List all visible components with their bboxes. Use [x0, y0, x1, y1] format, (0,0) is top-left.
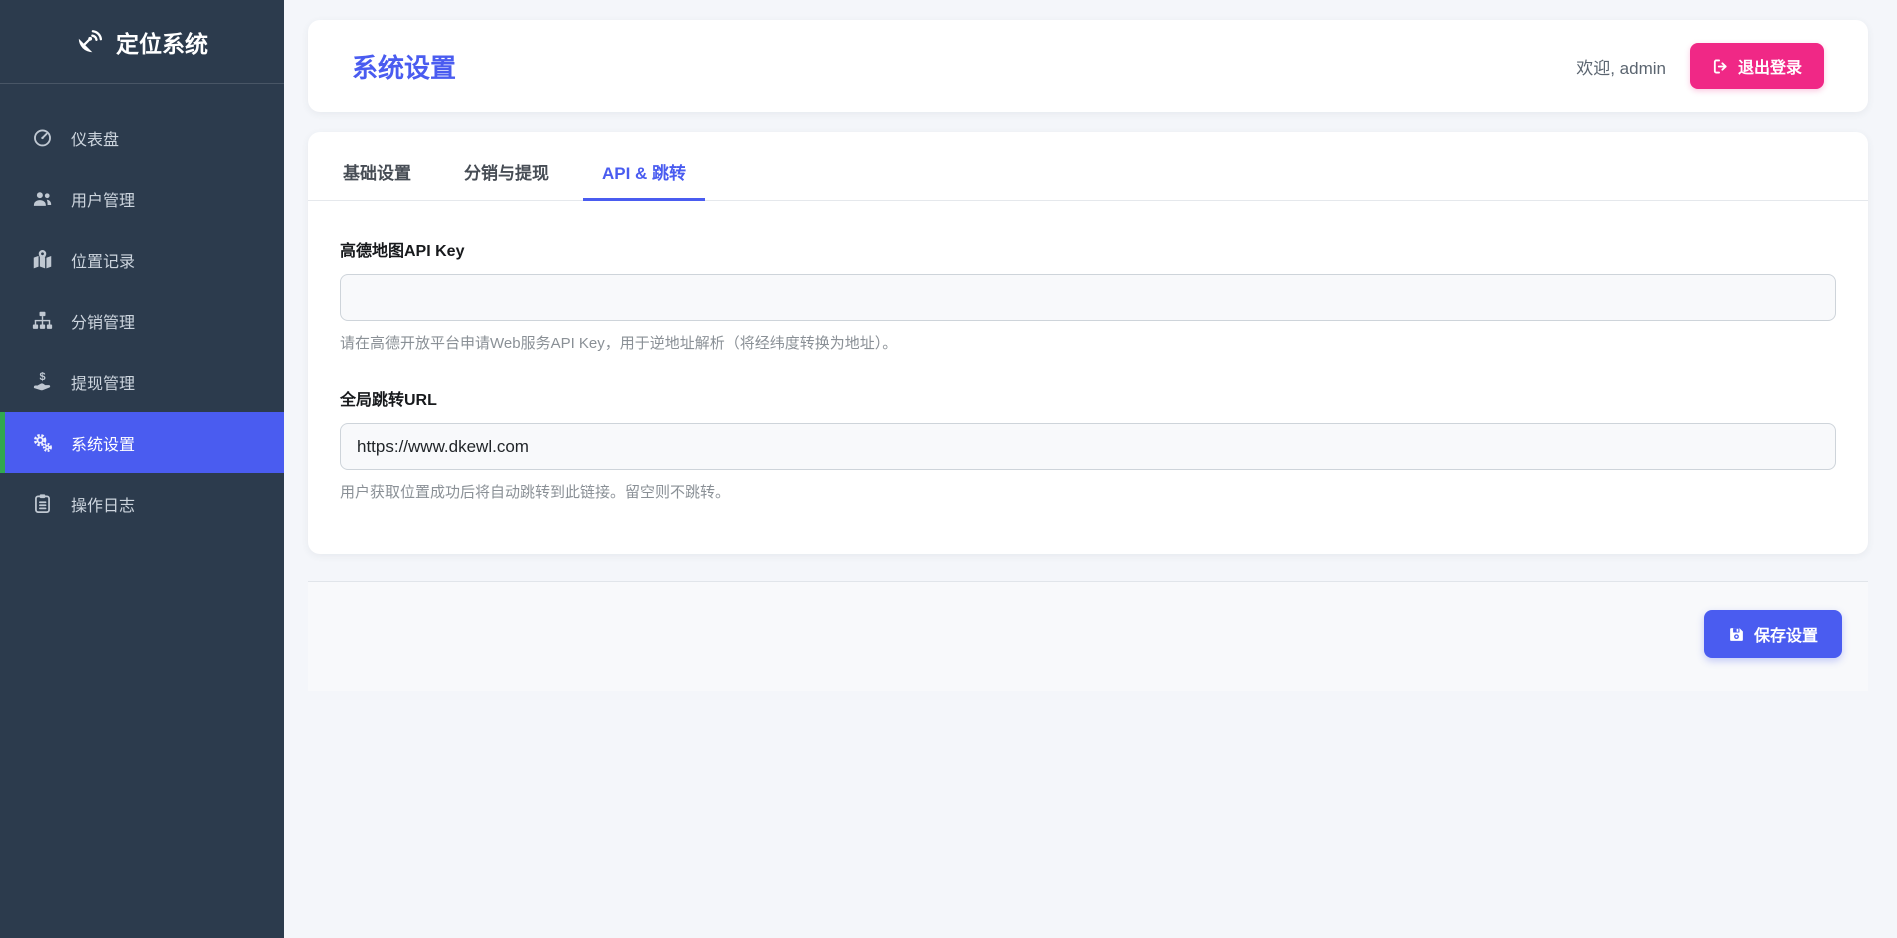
sidebar-nav: 仪表盘 用户管理 位置记录 分销管理 $ 提现管理 系统设置 操作日志 — [0, 84, 284, 534]
global-redirect-url-help: 用户获取位置成功后将自动跳转到此链接。留空则不跳转。 — [340, 484, 731, 501]
sitemap-icon — [30, 310, 54, 331]
sidebar-item-location-records[interactable]: 位置记录 — [0, 229, 284, 290]
page-title: 系统设置 — [352, 52, 457, 83]
field-amap-api-key: 高德地图API Key 请在高德开放平台申请Web服务API Key，用于逆地址… — [340, 237, 1836, 353]
sidebar-item-system-settings[interactable]: 系统设置 — [0, 412, 284, 473]
amap-api-key-input[interactable] — [340, 274, 1836, 321]
sidebar-item-label: 位置记录 — [71, 253, 136, 271]
welcome-text: 欢迎, admin — [1576, 58, 1666, 78]
form-footer: 保存设置 — [308, 581, 1868, 691]
app-title: 定位系统 — [116, 30, 208, 57]
sidebar-item-label: 用户管理 — [71, 192, 136, 210]
tab-basic-settings[interactable]: 基础设置 — [324, 146, 430, 201]
settings-form: 高德地图API Key 请在高德开放平台申请Web服务API Key，用于逆地址… — [308, 201, 1868, 554]
page-header: 系统设置 欢迎, admin 退出登录 — [308, 20, 1868, 112]
sidebar-item-users[interactable]: 用户管理 — [0, 168, 284, 229]
app-logo: 定位系统 — [0, 0, 284, 84]
sidebar-item-distribution[interactable]: 分销管理 — [0, 290, 284, 351]
logout-button[interactable]: 退出登录 — [1689, 43, 1824, 89]
sidebar: 定位系统 仪表盘 用户管理 位置记录 分销管理 $ 提现管理 系统设置 操作日志 — [0, 0, 284, 938]
sidebar-item-label: 分销管理 — [71, 314, 136, 332]
tab-api-redirect[interactable]: API & 跳转 — [583, 146, 706, 201]
global-redirect-url-input[interactable] — [340, 423, 1836, 470]
tab-bar: 基础设置 分销与提现 API & 跳转 — [308, 146, 1868, 201]
sign-out-icon — [1712, 58, 1729, 75]
sidebar-item-withdrawals[interactable]: $ 提现管理 — [0, 351, 284, 412]
global-redirect-url-label: 全局跳转URL — [340, 392, 437, 409]
sidebar-item-label: 仪表盘 — [71, 131, 120, 149]
satellite-dish-icon — [76, 28, 103, 55]
sidebar-item-label: 系统设置 — [71, 436, 136, 454]
sidebar-item-operation-logs[interactable]: 操作日志 — [0, 473, 284, 534]
settings-card: 基础设置 分销与提现 API & 跳转 高德地图API Key 请在高德开放平台… — [308, 132, 1868, 554]
amap-api-key-help: 请在高德开放平台申请Web服务API Key，用于逆地址解析（将经纬度转换为地址… — [340, 335, 898, 352]
sidebar-item-label: 操作日志 — [71, 497, 136, 515]
header-right: 欢迎, admin 退出登录 — [1576, 43, 1824, 89]
logout-label: 退出登录 — [1737, 60, 1802, 77]
clipboard-list-icon — [30, 493, 54, 514]
gauge-icon — [30, 127, 54, 148]
save-settings-label: 保存设置 — [1753, 628, 1818, 645]
svg-text:$: $ — [39, 371, 45, 383]
amap-api-key-label: 高德地图API Key — [340, 243, 465, 260]
users-icon — [30, 188, 54, 209]
cogs-icon — [30, 432, 54, 453]
sidebar-item-dashboard[interactable]: 仪表盘 — [0, 107, 284, 168]
save-icon — [1728, 626, 1745, 643]
tab-distribution-withdraw[interactable]: 分销与提现 — [445, 146, 568, 201]
hand-holding-dollar-icon: $ — [30, 371, 54, 392]
main-content: 系统设置 欢迎, admin 退出登录 基础设置 分销与提现 API & 跳转 — [284, 0, 1897, 938]
field-global-redirect-url: 全局跳转URL 用户获取位置成功后将自动跳转到此链接。留空则不跳转。 — [340, 386, 1836, 502]
save-settings-button[interactable]: 保存设置 — [1703, 610, 1842, 658]
map-marked-icon — [30, 249, 54, 270]
sidebar-item-label: 提现管理 — [71, 375, 136, 393]
